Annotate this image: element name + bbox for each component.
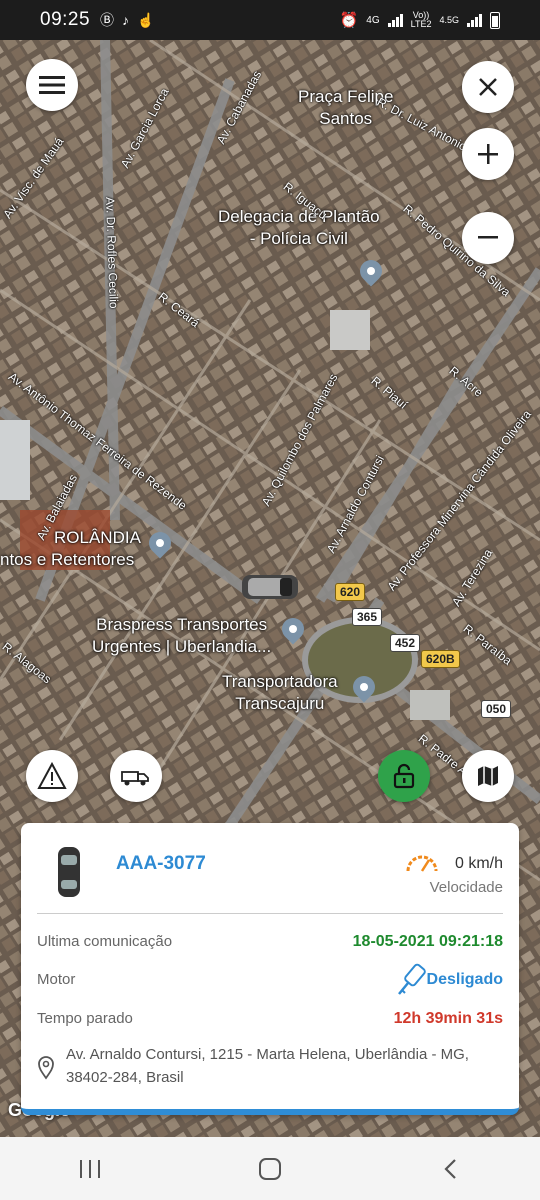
- app-screen: 09:25 Ⓑ ♪ ☝ ⏰ 4G Vo)) LTE2 4.5G Praça Fe…: [0, 0, 540, 1200]
- home-icon: [259, 1157, 281, 1180]
- lte-label: LTE2: [410, 19, 432, 29]
- place-label: Delegacia de Plantão - Polícia Civil: [218, 207, 380, 248]
- motor-value: Desligado: [426, 971, 503, 988]
- road-shield: 620B: [421, 650, 460, 668]
- warning-signal-icon: [37, 762, 67, 789]
- map-layers-button[interactable]: [462, 750, 514, 802]
- place-label: ntos e Retentores: [0, 550, 135, 569]
- place-label: Braspress Transportes Urgentes | Uberlan…: [92, 615, 272, 656]
- battery-icon: [490, 11, 500, 29]
- tiktok-icon: ♪: [122, 12, 130, 28]
- last-comm-value: 18-05-2021 09:21:18: [352, 933, 503, 950]
- zoom-out-button[interactable]: [462, 212, 514, 264]
- map-icon: [478, 766, 498, 786]
- signal-icon: [387, 13, 403, 27]
- car-icon: [58, 847, 80, 897]
- network-type: 4G: [366, 14, 380, 26]
- home-button[interactable]: [230, 1149, 310, 1189]
- close-button[interactable]: [462, 61, 514, 113]
- speed-label: Velocidade: [429, 879, 503, 896]
- recent-apps-button[interactable]: [50, 1149, 130, 1189]
- alarm-icon: ⏰: [339, 12, 359, 29]
- vehicle-info-card: AAA-3077 0 km/h Velocidade Ultima comuni…: [21, 823, 519, 1115]
- road-shield: 365: [352, 608, 383, 626]
- status-time: 09:25: [40, 9, 91, 30]
- road-shield: 050: [481, 700, 512, 718]
- b-badge-icon: Ⓑ: [100, 12, 115, 28]
- back-icon: [444, 1158, 456, 1179]
- network-4-5g: 4.5G: [439, 14, 459, 25]
- hamburger-menu-icon: [39, 76, 65, 94]
- card-divider: [37, 913, 503, 914]
- last-comm-label: Ultima comunicação: [37, 933, 173, 950]
- minus-icon: [478, 236, 498, 239]
- lock-icon: [393, 763, 415, 789]
- location-pin-icon: [38, 1056, 54, 1080]
- place-label: Transportadora Transcajuru: [222, 672, 338, 713]
- system-nav-bar: [0, 1137, 540, 1200]
- vehicle-plate[interactable]: AAA-3077: [116, 853, 206, 875]
- back-button[interactable]: [410, 1149, 490, 1189]
- vehicle-address: Av. Arnaldo Contursi, 1215 - Marta Helen…: [66, 1046, 469, 1086]
- recent-apps-icon: [80, 1159, 100, 1178]
- stopped-time-label: Tempo parado: [37, 1010, 133, 1027]
- menu-button[interactable]: [26, 59, 78, 111]
- plus-icon: [478, 144, 498, 164]
- motor-label: Motor: [37, 971, 76, 988]
- place-label: ROLÂNDIA: [54, 528, 141, 547]
- speed-value: 0 km/h: [454, 855, 503, 872]
- lock-button[interactable]: [378, 750, 430, 802]
- alert-button[interactable]: [26, 750, 78, 802]
- road-shield: 452: [390, 634, 421, 652]
- status-bar: 09:25 Ⓑ ♪ ☝ ⏰ 4G Vo)) LTE2 4.5G: [0, 0, 540, 40]
- vehicle-marker-icon[interactable]: [240, 572, 302, 602]
- stopped-time-value: 12h 39min 31s: [393, 1010, 503, 1027]
- tow-button[interactable]: [110, 750, 162, 802]
- road-shield: 620: [335, 583, 366, 601]
- touch-icon: ☝: [137, 11, 155, 28]
- speedometer-icon: [406, 855, 438, 872]
- zoom-in-button[interactable]: [462, 128, 514, 180]
- close-icon: [479, 78, 497, 96]
- signal-icon-2: [467, 13, 482, 27]
- tow-truck-icon: [121, 771, 149, 786]
- car-key-icon: [398, 963, 426, 995]
